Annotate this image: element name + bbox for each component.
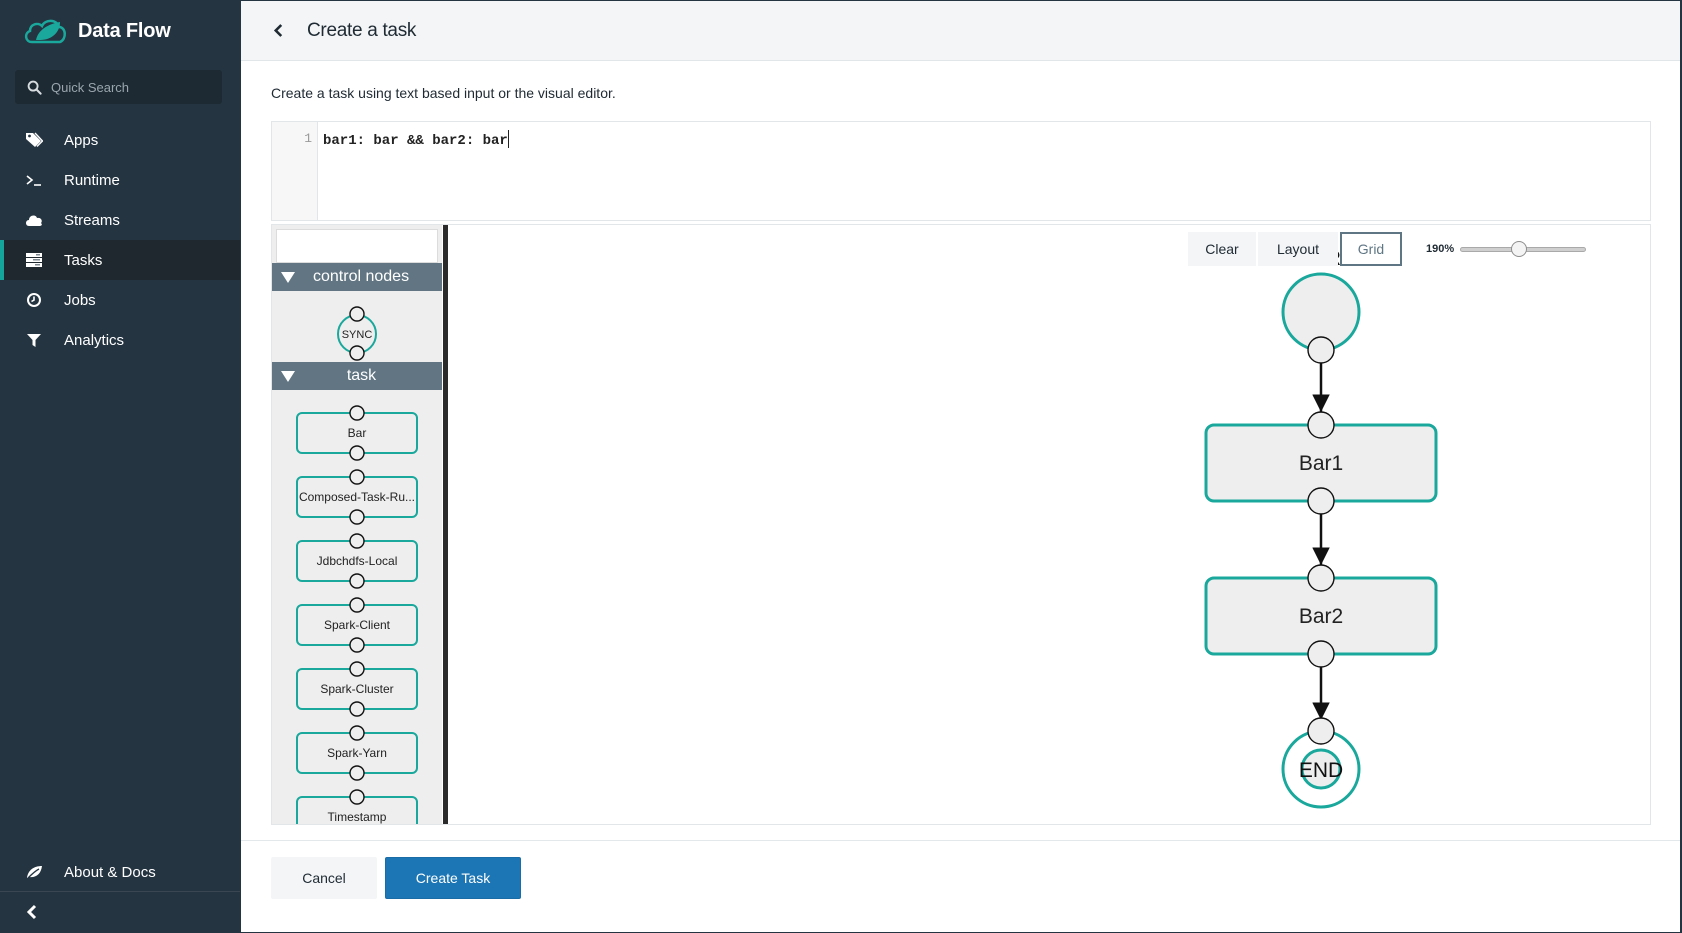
sidebar-item-analytics[interactable]: Analytics xyxy=(0,320,240,360)
task-node-label: Bar2 xyxy=(1299,605,1343,628)
clock-icon xyxy=(24,290,44,310)
create-task-button[interactable]: Create Task xyxy=(385,857,521,899)
dsl-text-editor[interactable]: 1 bar1: bar && bar2: bar xyxy=(271,121,1651,221)
sidebar-item-apps[interactable]: Apps xyxy=(0,120,240,160)
output-port[interactable] xyxy=(1307,640,1335,668)
flow-canvas[interactable]: STARTBar1Bar2END Clear Layout Grid 190% xyxy=(448,225,1650,824)
clear-button[interactable]: Clear xyxy=(1188,232,1256,266)
canvas-toolbar: Clear Layout Grid 190% xyxy=(1188,232,1588,266)
sidebar-item-streams[interactable]: Streams xyxy=(0,200,240,240)
sidebar-item-label: Tasks xyxy=(64,251,103,269)
sidebar-item-runtime[interactable]: Runtime xyxy=(0,160,240,200)
flow-graph: STARTBar1Bar2END xyxy=(1204,248,1438,809)
visual-editor: control nodes task SYNC Bar Composed-Task-… xyxy=(271,224,1651,825)
sidebar-item-label: Analytics xyxy=(64,331,125,349)
input-port[interactable] xyxy=(1307,411,1335,439)
input-port[interactable] xyxy=(349,405,365,421)
input-port[interactable] xyxy=(349,533,365,549)
quick-search[interactable] xyxy=(15,70,222,104)
palette-item-label: Bar xyxy=(348,426,367,440)
zoom-level-label: 190% xyxy=(1426,243,1455,255)
sidebar-item-jobs[interactable]: Jobs xyxy=(0,280,240,320)
tasks-icon xyxy=(24,250,44,270)
sidebar-item-about-docs[interactable]: About & Docs xyxy=(0,852,240,892)
palette-item-label: Timestamp xyxy=(328,810,387,824)
zoom-slider[interactable] xyxy=(1458,239,1588,259)
sidebar-item-label: Jobs xyxy=(64,291,96,309)
palette: control nodes task SYNC Bar Composed-Task-… xyxy=(272,225,442,824)
input-port[interactable] xyxy=(349,597,365,613)
palette-item-label: Composed-Task-Ru... xyxy=(299,490,415,504)
filter-icon xyxy=(24,330,44,350)
sidebar: Data Flow Apps Runtime Streams xyxy=(0,0,240,933)
sidebar-item-label: Apps xyxy=(64,131,99,149)
output-port[interactable] xyxy=(349,345,365,361)
sidebar-divider xyxy=(0,891,240,892)
chevron-left-icon xyxy=(273,24,283,37)
output-port[interactable] xyxy=(349,637,365,653)
search-icon xyxy=(27,80,42,95)
tag-icon xyxy=(24,130,44,150)
terminal-icon xyxy=(24,170,44,190)
end-input-port[interactable] xyxy=(1307,717,1335,745)
editor-gutter: 1 xyxy=(272,122,318,220)
footer-divider xyxy=(241,840,1680,841)
grid-button[interactable]: Grid xyxy=(1340,232,1402,266)
main-content: Create a task Create a task using text b… xyxy=(241,1,1680,932)
cancel-button[interactable]: Cancel xyxy=(271,857,377,899)
input-port[interactable] xyxy=(349,661,365,677)
input-port[interactable] xyxy=(349,725,365,741)
sidebar-nav: Apps Runtime Streams Tasks Jobs Analytic… xyxy=(0,120,240,360)
page-description: Create a task using text based input or … xyxy=(271,85,616,101)
task-node-label: Bar1 xyxy=(1299,452,1343,475)
sidebar-item-label: Runtime xyxy=(64,171,120,189)
page-header: Create a task xyxy=(241,1,1680,61)
output-port[interactable] xyxy=(349,765,365,781)
page-title: Create a task xyxy=(307,19,417,41)
output-port[interactable] xyxy=(1307,487,1335,515)
sidebar-item-label: Streams xyxy=(64,211,120,229)
palette-item-label: SYNC xyxy=(342,329,373,341)
brand[interactable]: Data Flow xyxy=(22,14,171,48)
output-port[interactable] xyxy=(349,573,365,589)
cloud-icon xyxy=(24,210,44,230)
palette-item-label: Jdbchdfs-Local xyxy=(317,554,398,568)
output-port[interactable] xyxy=(349,701,365,717)
data-flow-logo-icon xyxy=(24,19,66,44)
quick-search-input[interactable] xyxy=(51,79,211,95)
input-port[interactable] xyxy=(1307,564,1335,592)
input-port[interactable] xyxy=(349,306,365,322)
end-label: END xyxy=(1299,759,1343,782)
output-port[interactable] xyxy=(349,445,365,461)
about-docs-label: About & Docs xyxy=(64,863,156,881)
input-port[interactable] xyxy=(349,469,365,485)
back-button[interactable] xyxy=(273,21,289,41)
input-port[interactable] xyxy=(349,789,365,805)
palette-item-label: Spark-Client xyxy=(324,618,391,632)
collapse-sidebar-button[interactable] xyxy=(26,900,46,924)
line-number: 1 xyxy=(304,131,312,146)
start-output-port[interactable] xyxy=(1307,336,1335,364)
palette-items: SYNC Bar Composed-Task-Ru... Jdbchdfs-Local… xyxy=(296,306,418,824)
editor-code-line[interactable]: bar1: bar && bar2: bar xyxy=(323,130,509,149)
leaf-icon xyxy=(24,862,44,882)
layout-button[interactable]: Layout xyxy=(1258,232,1338,266)
sidebar-item-tasks[interactable]: Tasks xyxy=(0,240,240,280)
palette-item-label: Spark-Yarn xyxy=(327,746,387,760)
app-title: Data Flow xyxy=(78,19,171,42)
chevron-left-icon xyxy=(26,904,37,920)
zoom-slider-thumb[interactable] xyxy=(1510,241,1527,257)
output-port[interactable] xyxy=(349,509,365,525)
palette-item-label: Spark-Cluster xyxy=(320,682,393,696)
